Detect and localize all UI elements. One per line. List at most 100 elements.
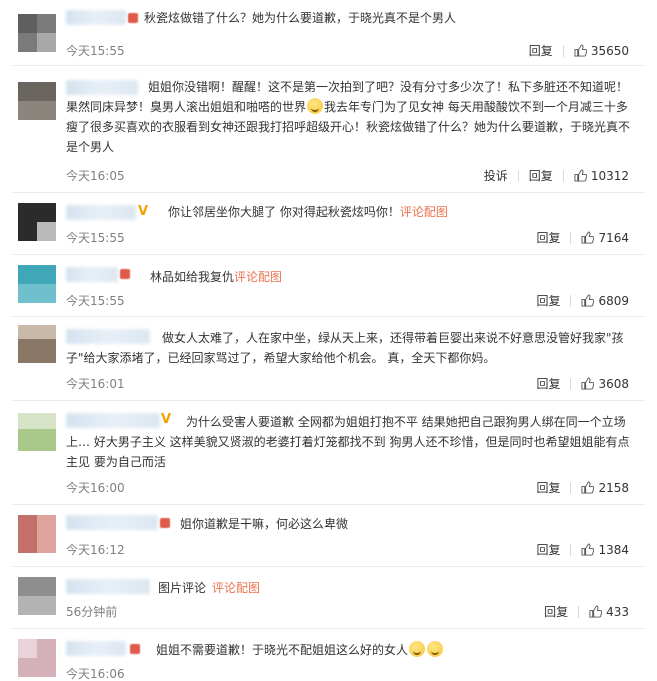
comment-text: 秋瓷炫做错了什么？她为什么要道歉，于晓光真不是个男人 (144, 11, 457, 25)
comment-text: 林品如给我复仇评论配图 (150, 270, 283, 284)
divider (570, 482, 572, 494)
username[interactable] (66, 641, 126, 656)
like-count: 3608 (598, 377, 629, 391)
reply-button[interactable]: 回复 (536, 294, 560, 308)
reply-button[interactable]: 回复 (544, 605, 568, 619)
like-button[interactable]: 1384 (581, 543, 629, 557)
user-badge-icon (128, 13, 138, 23)
comment-time: 今天15:55 (66, 231, 125, 245)
comment-image-link[interactable]: 评论配图 (212, 581, 260, 595)
comment-time: 56分钟前 (66, 605, 118, 619)
like-count: 7164 (598, 231, 629, 245)
divider (570, 232, 572, 244)
comment-time: 今天16:00 (66, 481, 125, 495)
user-badge-icon (160, 518, 170, 528)
smiling-face-emoji (409, 641, 426, 657)
comment-item: 图片评论 评论配图 56分钟前 回复 433 (0, 567, 657, 629)
thumbs-up-icon (574, 169, 587, 182)
like-button[interactable]: 7164 (581, 231, 629, 245)
report-button[interactable]: 投诉 (484, 169, 508, 183)
reply-button[interactable]: 回复 (536, 481, 560, 495)
comment-time: 今天15:55 (66, 44, 125, 58)
avatar[interactable] (18, 639, 56, 677)
like-count: 6809 (598, 294, 629, 308)
comment-item: 姐姐你没错啊！醒醒！这不是第一次拍到了吧？没有分寸多少次了！私下多脏还不知道呢！… (0, 66, 657, 193)
comment-time: 今天16:12 (66, 543, 125, 557)
divider (562, 170, 564, 182)
comment-time: 今天15:55 (66, 294, 125, 308)
like-count: 35650 (590, 44, 629, 58)
thumbs-up-icon (574, 44, 587, 57)
reply-button[interactable]: 回复 (529, 169, 553, 183)
like-button[interactable]: 35650 (574, 44, 629, 58)
thumbs-up-icon (581, 377, 595, 390)
avatar[interactable] (18, 325, 56, 363)
avatar[interactable] (18, 265, 56, 303)
smiling-face-emoji (427, 641, 444, 657)
avatar[interactable] (18, 14, 56, 52)
comment-actions: 回复 3608 (536, 377, 629, 391)
avatar[interactable] (18, 515, 56, 553)
comment-image-link[interactable]: 评论配图 (234, 270, 282, 284)
comment-item: V 为什么受害人要道歉 全网都为姐姐打抱不平 结果她把自己跟狗男人绑在同一个立场… (0, 401, 657, 505)
like-button[interactable]: 3608 (581, 377, 629, 391)
comment-text: 姐姐不需要道歉！于晓光不配姐姐这么好的女人 (156, 640, 633, 660)
comment-time: 今天16:06 (66, 667, 125, 681)
reply-button[interactable]: 回复 (536, 377, 560, 391)
avatar[interactable] (18, 82, 56, 120)
username[interactable] (66, 205, 136, 220)
comment-text: 图片评论 评论配图 (158, 581, 261, 595)
username[interactable] (66, 515, 158, 530)
comment-actions: 回复 433 (544, 605, 629, 619)
like-button[interactable]: 2158 (581, 481, 629, 495)
divider (570, 295, 572, 307)
comment-image-link[interactable]: 评论配图 (400, 205, 448, 219)
comment-time: 今天16:01 (66, 377, 125, 391)
username[interactable] (66, 267, 118, 282)
like-count: 2158 (598, 481, 629, 495)
comment-item: V 你让邻居坐你大腿了 你对得起秋瓷炫吗你！评论配图 今天15:55 回复 71… (0, 193, 657, 255)
like-button[interactable]: 433 (589, 605, 629, 619)
like-button[interactable]: 6809 (581, 294, 629, 308)
divider (562, 45, 564, 57)
like-button[interactable]: 10312 (574, 169, 629, 183)
smiling-face-emoji (307, 98, 324, 114)
username[interactable] (66, 10, 126, 25)
comment-item: 林品如给我复仇评论配图 今天15:55 回复 6809 (0, 255, 657, 317)
comment-actions: 投诉 回复 10312 (484, 169, 629, 183)
reply-button[interactable]: 回复 (536, 543, 560, 557)
thumbs-up-icon (581, 543, 595, 556)
comment-item: 姐姐不需要道歉！于晓光不配姐姐这么好的女人 今天16:06 (0, 629, 657, 681)
comment-text: 做女人太难了，人在家中坐，绿从天上来，还得带着巨婴出来说不好意思没管好我家"孩子… (66, 331, 624, 365)
like-count: 433 (606, 605, 629, 619)
divider (578, 606, 580, 618)
comment-time: 今天16:05 (66, 169, 125, 183)
like-count: 10312 (590, 169, 629, 183)
comment-text: 你让邻居坐你大腿了 你对得起秋瓷炫吗你！评论配图 (168, 205, 448, 219)
user-badge-icon (130, 644, 140, 654)
comment-actions: 回复 2158 (536, 481, 629, 495)
comment-item: 做女人太难了，人在家中坐，绿从天上来，还得带着巨婴出来说不好意思没管好我家"孩子… (0, 317, 657, 401)
avatar[interactable] (18, 413, 56, 451)
thumbs-up-icon (581, 481, 595, 494)
comment-text: 姐姐你没错啊！醒醒！这不是第一次拍到了吧？没有分寸多少次了！私下多脏还不知道呢！… (66, 80, 631, 154)
comment-text: 姐你道歉是干嘛，何必这么卑微 (180, 517, 349, 531)
comment-actions: 回复 1384 (536, 543, 629, 557)
vip-badge-icon: V (138, 204, 149, 219)
comment-actions: 回复 7164 (536, 231, 629, 245)
like-count: 1384 (598, 543, 629, 557)
avatar[interactable] (18, 203, 56, 241)
thumbs-up-icon (589, 605, 603, 618)
comment-item: 秋瓷炫做错了什么？她为什么要道歉，于晓光真不是个男人 今天15:55 回复 35… (0, 0, 657, 66)
comment-text: 为什么受害人要道歉 全网都为姐姐打抱不平 结果她把自己跟狗男人绑在同一个立场上…… (66, 415, 630, 469)
reply-button[interactable]: 回复 (529, 44, 553, 58)
reply-button[interactable]: 回复 (536, 231, 560, 245)
comment-item: 姐你道歉是干嘛，何必这么卑微 今天16:12 回复 1384 (0, 505, 657, 567)
thumbs-up-icon (581, 294, 595, 307)
divider (570, 378, 572, 390)
divider (570, 544, 572, 556)
avatar[interactable] (18, 577, 56, 615)
username[interactable] (66, 579, 150, 594)
comment-actions: 回复 6809 (536, 294, 629, 308)
thumbs-up-icon (581, 231, 595, 244)
